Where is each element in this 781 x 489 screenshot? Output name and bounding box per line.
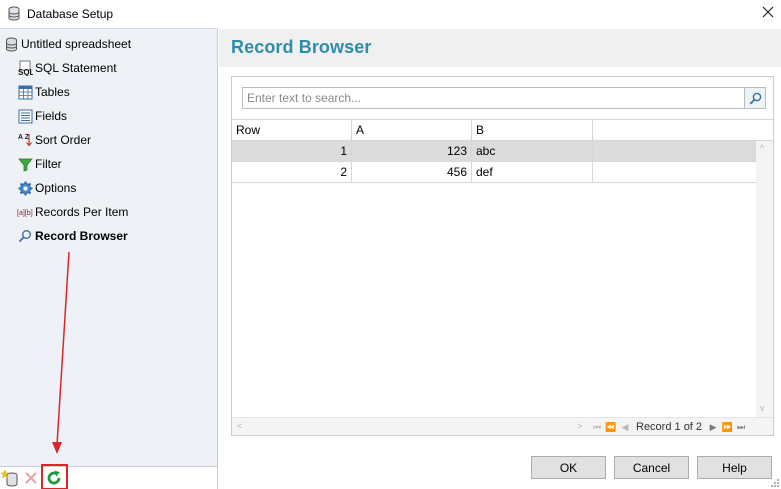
ok-button[interactable]: OK — [531, 456, 606, 479]
sidebar-item-label: Record Browser — [35, 229, 128, 243]
sidebar-item-label: Options — [35, 181, 77, 195]
filter-icon — [17, 156, 33, 172]
sidebar-item-label: SQL Statement — [35, 61, 117, 75]
sidebar-item-label: Tables — [35, 85, 70, 99]
records-per-item-icon: [a][b] — [17, 204, 33, 220]
cell-a[interactable]: 456 — [352, 162, 472, 183]
table-row[interactable]: 1 123 abc — [232, 141, 756, 162]
tree-root-spreadsheet[interactable]: Untitled spreadsheet — [3, 35, 131, 53]
sidebar-item-options[interactable]: Options — [17, 179, 76, 197]
sidebar-item-record-browser[interactable]: Record Browser — [17, 227, 128, 245]
delete-button[interactable] — [22, 469, 40, 487]
sort-icon-text: A Z — [18, 134, 30, 141]
page-title: Record Browser — [231, 37, 372, 57]
next-record-icon[interactable]: ▶ — [706, 422, 720, 433]
setup-tree-panel: Untitled spreadsheet SQL SQL Statement T… — [0, 28, 218, 466]
sidebar-item-fields[interactable]: Fields — [17, 107, 67, 125]
search-input[interactable] — [243, 88, 744, 108]
database-icon — [8, 6, 20, 21]
record-position-label: Record 1 of 2 — [636, 421, 703, 433]
column-header-a[interactable]: A — [352, 120, 472, 141]
sidebar-item-label: Records Per Item — [35, 205, 129, 219]
sidebar-item-sort-order[interactable]: A Z Sort Order — [17, 131, 91, 149]
column-header-row[interactable]: Row — [232, 120, 352, 141]
annotation-highlight-box — [41, 464, 68, 489]
tree-root-label: Untitled spreadsheet — [21, 37, 132, 51]
row-number-cell[interactable]: 1 — [232, 141, 352, 162]
cell-b[interactable]: def — [472, 162, 593, 183]
help-button[interactable]: Help — [697, 456, 772, 479]
table-row[interactable]: 2 456 def — [232, 162, 756, 183]
previous-record-icon[interactable]: ◀ — [618, 422, 632, 433]
scroll-down-icon[interactable]: v — [760, 403, 765, 413]
sql-icon-text: SQL — [18, 68, 33, 76]
grid-header: Row A B — [232, 119, 773, 141]
new-database-button[interactable] — [1, 469, 19, 487]
record-browser-panel: Row A B 1 123 abc 2 456 def ^ v < > ⏮ ⏪ … — [231, 76, 774, 436]
cell-a[interactable]: 123 — [352, 141, 472, 162]
sidebar-item-records-per-item[interactable]: [a][b] Records Per Item — [17, 203, 128, 221]
next-page-icon[interactable]: ⏩ — [720, 422, 734, 433]
sidebar-item-label: Fields — [35, 109, 68, 123]
search-icon — [749, 92, 761, 104]
vertical-scrollbar[interactable]: ^ v — [756, 141, 773, 417]
search-box — [242, 87, 745, 109]
new-database-icon — [1, 469, 18, 487]
last-record-icon[interactable]: ⏭ — [734, 422, 748, 433]
sql-icon: SQL — [17, 60, 33, 76]
horizontal-scrollbar[interactable]: < > ⏮ ⏪ ◀ Record 1 of 2 ▶ ⏩ ⏭ — [232, 417, 773, 435]
database-icon — [3, 36, 19, 52]
search-button[interactable] — [745, 87, 766, 109]
sort-az-icon: A Z — [17, 132, 33, 148]
records-icon-text: [a][b] — [17, 210, 33, 217]
sidebar-item-label: Sort Order — [35, 133, 92, 147]
gear-icon — [17, 180, 33, 196]
close-icon[interactable] — [761, 5, 775, 19]
fields-icon — [17, 108, 33, 124]
tree-toolbar — [0, 464, 218, 489]
sidebar-item-tables[interactable]: Tables — [17, 83, 70, 101]
cell-b[interactable]: abc — [472, 141, 593, 162]
scroll-left-icon[interactable]: < — [237, 421, 242, 431]
resize-grip-icon[interactable] — [770, 478, 780, 488]
first-record-icon[interactable]: ⏮ — [590, 422, 604, 433]
sidebar-item-label: Filter — [35, 157, 62, 171]
record-navigator: ⏮ ⏪ ◀ Record 1 of 2 ▶ ⏩ ⏭ — [590, 420, 748, 434]
scroll-up-icon[interactable]: ^ — [760, 143, 764, 153]
records-grid: Row A B 1 123 abc 2 456 def ^ v — [232, 119, 773, 417]
delete-icon — [25, 472, 37, 484]
title-bar: Database Setup — [0, 0, 781, 28]
scroll-right-icon[interactable]: > — [577, 421, 582, 431]
record-browser-header: Record Browser — [219, 29, 781, 67]
window-title: Database Setup — [27, 7, 114, 21]
row-number-cell[interactable]: 2 — [232, 162, 352, 183]
cancel-button[interactable]: Cancel — [614, 456, 689, 479]
column-header-b[interactable]: B — [472, 120, 593, 141]
magnifier-icon — [17, 228, 33, 244]
previous-page-icon[interactable]: ⏪ — [604, 422, 618, 433]
sidebar-item-filter[interactable]: Filter — [17, 155, 62, 173]
table-icon — [17, 84, 33, 100]
sidebar-item-sql-statement[interactable]: SQL SQL Statement — [17, 59, 117, 77]
